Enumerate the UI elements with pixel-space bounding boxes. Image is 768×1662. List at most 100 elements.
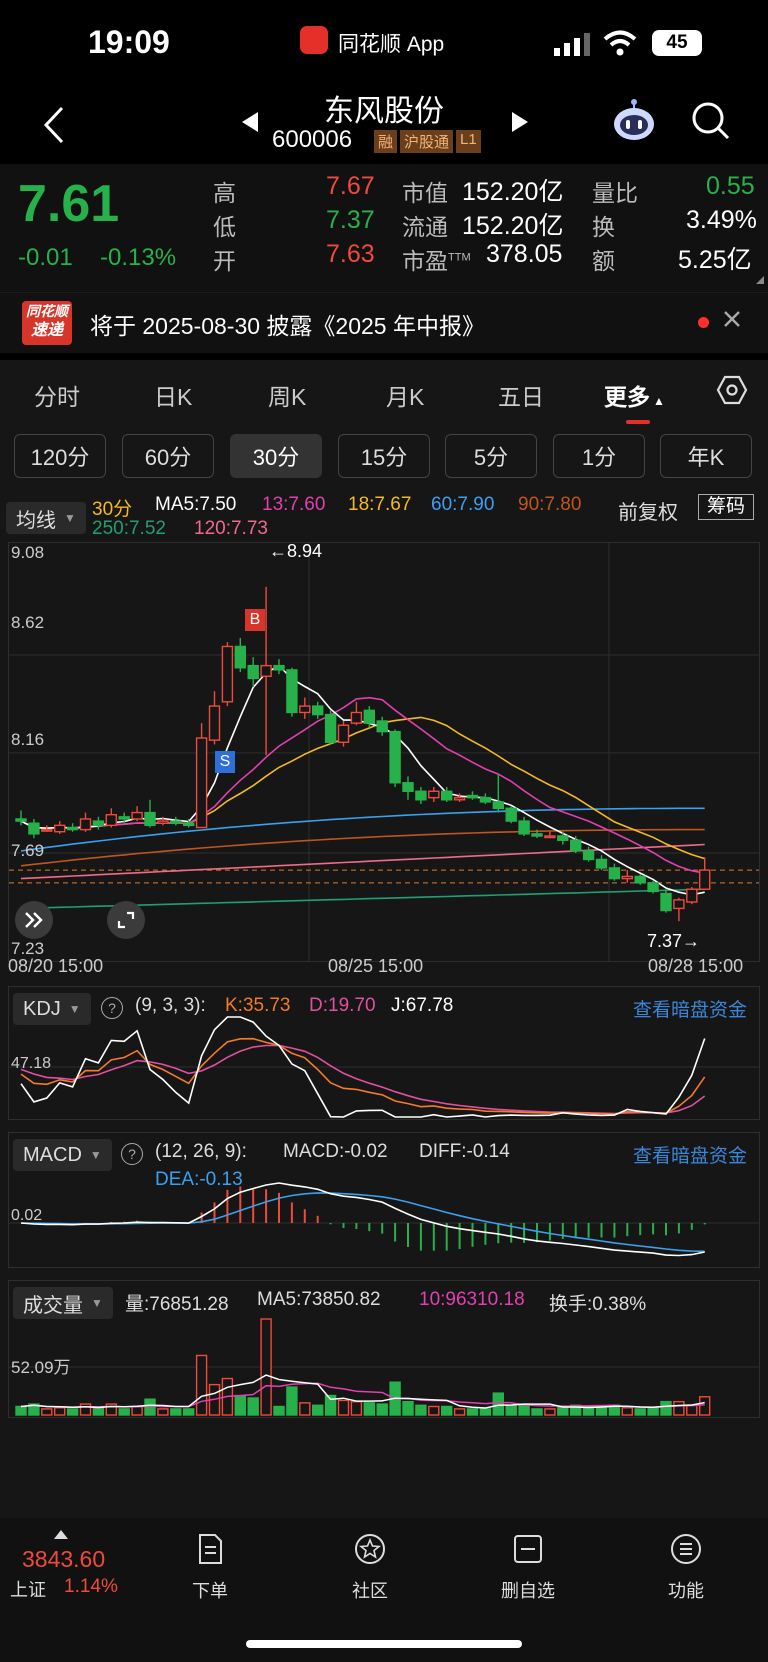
minus-box-icon (514, 1535, 542, 1563)
macd-help-button[interactable]: ? (121, 1143, 143, 1165)
candle-body (79, 818, 92, 831)
turnover-rate: 换手:0.38% (549, 1294, 647, 1315)
volume-bar (621, 1407, 633, 1416)
period-1m[interactable]: 1分 (553, 434, 645, 478)
adjust-toggle[interactable]: 前复权 (618, 496, 678, 525)
buy-signal: B (245, 609, 265, 631)
candle-body (247, 664, 259, 680)
volume-bar (441, 1405, 453, 1416)
candle-body (170, 820, 182, 824)
period-year-k[interactable]: 年K (660, 434, 752, 478)
tab-five-day[interactable]: 五日 (498, 378, 544, 412)
candle-body (273, 664, 285, 671)
price-change: -0.01 (18, 244, 73, 271)
chart-settings-button[interactable] (716, 374, 748, 411)
macd-y-tick: 0.02 (11, 1207, 43, 1224)
dark-pool-link[interactable]: 查看暗盘资金 (633, 1141, 747, 1168)
period-30m[interactable]: 30分 (230, 434, 322, 478)
candle-body (299, 705, 311, 714)
volume-bar (299, 1402, 311, 1416)
volume-bar (544, 1408, 556, 1416)
kdj-j-value: J:67.78 (391, 995, 454, 1016)
expand-corner-icon[interactable] (756, 276, 764, 284)
candle-body (673, 899, 685, 910)
kdj-line (20, 1044, 706, 1115)
kdj-y-tick: 47.18 (11, 1055, 52, 1072)
macd-selector[interactable]: MACD ▼ (13, 1139, 112, 1171)
max-price-label: ←8.94 (269, 541, 323, 561)
volume-bar (428, 1405, 440, 1416)
tab-more-label: 更多 (604, 384, 650, 410)
volume-selector[interactable]: 成交量 ▼ (13, 1287, 113, 1319)
dark-pool-link[interactable]: 查看暗盘资金 (633, 995, 747, 1022)
unread-dot (698, 317, 709, 328)
index-value[interactable]: 3843.60 (22, 1546, 105, 1573)
macd-selector-label: MACD (23, 1143, 82, 1166)
fullscreen-button[interactable] (107, 901, 145, 939)
search-button[interactable] (690, 100, 732, 147)
order-button[interactable]: 下单 (160, 1532, 260, 1603)
robot-assistant-button[interactable] (610, 98, 658, 147)
current-price: 7.61 (18, 175, 120, 233)
index-up-icon (54, 1530, 68, 1539)
volume-bar (505, 1404, 517, 1416)
chip-button[interactable]: 筹码 (698, 494, 755, 520)
ma-line (20, 696, 705, 875)
ma-selector-label: 均线 (16, 509, 56, 532)
robot-icon (614, 99, 654, 140)
candle-body (234, 645, 247, 669)
close-news-button[interactable] (722, 309, 742, 334)
settings-hexagon-icon (716, 375, 748, 405)
kline-panel: 9.08 8.62 8.16 7.69 7.23 ←8.94 7.37→ B S (8, 541, 760, 962)
open-label: 开 (213, 248, 236, 274)
kdj-k-value: K:35.73 (225, 995, 291, 1016)
status-time: 19:09 (88, 24, 170, 60)
back-button[interactable] (34, 100, 74, 150)
volume-bar (699, 1396, 711, 1416)
collapse-sidebar-button[interactable] (15, 901, 53, 939)
candle-body (428, 790, 440, 799)
candle-body (54, 824, 66, 833)
candle-body (389, 730, 401, 784)
x-label: 08/28 15:00 (648, 956, 744, 976)
news-logo-top: 同花顺 (26, 303, 68, 319)
tab-daily-k[interactable]: 日K (154, 378, 192, 412)
remove-watchlist-button[interactable]: 删自选 (478, 1532, 578, 1603)
news-banner[interactable]: 同花顺 速递 将于 2025-08-30 披露《2025 年中报》 (0, 292, 768, 353)
pe-ttm: TTM (448, 251, 471, 264)
community-button[interactable]: 社区 (320, 1532, 420, 1603)
ma-period: 30分 (92, 499, 133, 520)
sell-signal: S (215, 751, 235, 773)
period-60m[interactable]: 60分 (122, 434, 214, 478)
kdj-help-button[interactable]: ? (101, 997, 123, 1019)
stock-code: 600006 (272, 126, 353, 153)
volume-bar (41, 1408, 53, 1416)
news-text: 将于 2025-08-30 披露《2025 年中报》 (90, 313, 485, 339)
tab-more[interactable]: 更多 ▲ (604, 378, 665, 412)
volume-bar (492, 1392, 504, 1416)
candle-body (105, 813, 118, 827)
tab-intraday[interactable]: 分时 (34, 378, 80, 412)
ma-selector[interactable]: 均线 ▼ (6, 502, 86, 534)
next-stock-button[interactable] (508, 110, 532, 139)
app-logo-icon (300, 26, 328, 54)
remove-watchlist-label: 删自选 (501, 1581, 555, 1601)
macd-diff-value: DIFF:-0.14 (419, 1141, 510, 1162)
tab-weekly-k[interactable]: 周K (268, 378, 306, 412)
x-label: 08/25 15:00 (328, 956, 424, 976)
candle-body (118, 816, 130, 820)
macd-panel: MACD ▼ ? (12, 26, 9): MACD:-0.02 DIFF:-0.… (8, 1132, 760, 1268)
candle-body (350, 711, 363, 724)
volume-bar (673, 1400, 685, 1416)
kdj-d-value: D:19.70 (309, 995, 376, 1016)
period-5m[interactable]: 5分 (445, 434, 537, 478)
tab-monthly-k[interactable]: 月K (386, 378, 424, 412)
period-15m[interactable]: 15分 (338, 434, 430, 478)
volume-ma-line (20, 1382, 705, 1409)
prev-stock-button[interactable] (238, 110, 262, 139)
kdj-selector[interactable]: KDJ ▼ (13, 993, 91, 1025)
functions-button[interactable]: 功能 (636, 1532, 736, 1603)
triangle-right-icon (512, 112, 528, 132)
period-120m[interactable]: 120分 (14, 434, 106, 478)
volume-bar (660, 1400, 672, 1416)
